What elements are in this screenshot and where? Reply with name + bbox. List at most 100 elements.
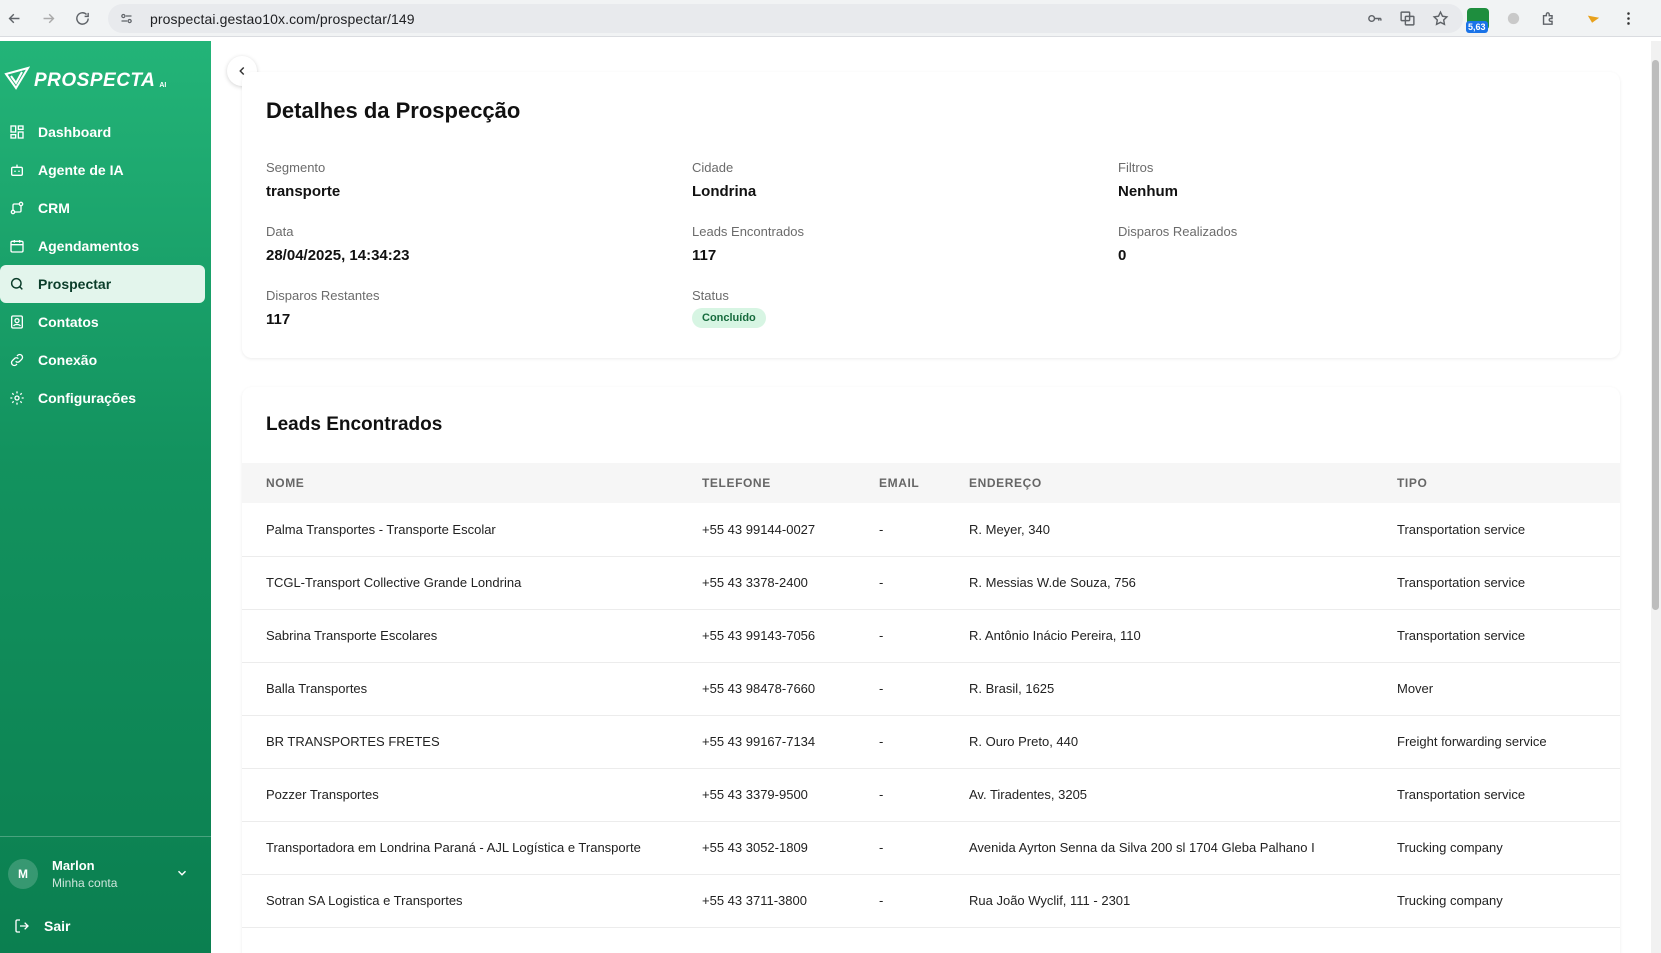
detail-label: Cidade: [692, 160, 734, 175]
cell-telefone: +55 43 3052-1809: [702, 821, 879, 875]
bookmark-star-icon[interactable]: [1430, 8, 1451, 29]
cell-nome: Pozzer Transportes: [242, 768, 702, 822]
cell-tipo: Trucking company: [1397, 821, 1620, 875]
cell-nome: Sabrina Transporte Escolares: [242, 609, 702, 663]
column-header-nome: NOME: [266, 476, 305, 490]
cell-email: -: [879, 715, 969, 769]
password-key-icon[interactable]: [1364, 8, 1385, 29]
cell-tipo: Trucking company: [1397, 874, 1620, 928]
detail-label: Leads Encontrados: [692, 224, 805, 239]
contacts-icon: [8, 313, 26, 331]
table-row[interactable]: Pozzer Transportes +55 43 3379-9500 - Av…: [242, 768, 1620, 822]
table-row[interactable]: Sabrina Transporte Escolares +55 43 9914…: [242, 609, 1620, 663]
logo[interactable]: PROSPECTA AI: [4, 66, 166, 95]
table-row[interactable]: Balla Transportes +55 43 98478-7660 - R.…: [242, 662, 1620, 716]
sidebar-item-label: Agendamentos: [38, 238, 140, 254]
column-header-email: EMAIL: [879, 476, 920, 490]
chevron-down-icon[interactable]: [175, 866, 189, 880]
user-name: Marlon: [52, 858, 95, 873]
sidebar-item-crm[interactable]: CRM: [0, 189, 205, 227]
sidebar-item-label: Agente de IA: [38, 162, 124, 178]
detail-value: 117: [692, 247, 717, 264]
user-subtitle: Minha conta: [52, 876, 118, 890]
avatar: M: [8, 859, 38, 889]
table-row[interactable]: Sotran SA Logistica e Transportes +55 43…: [242, 874, 1620, 928]
reload-icon[interactable]: [68, 4, 96, 32]
cell-endereco: R. Brasil, 1625: [969, 662, 1397, 716]
cell-telefone: +55 43 99167-7134: [702, 715, 879, 769]
sidebar-item-label: Contatos: [38, 314, 99, 330]
table-row[interactable]: Transportadora em Londrina Paraná - AJL …: [242, 821, 1620, 875]
sidebar: PROSPECTA AI Dashboard Agente de IA CRM …: [0, 41, 211, 953]
cell-tipo: Transportation service: [1397, 768, 1620, 822]
detail-label: Data: [266, 224, 294, 239]
url-text[interactable]: prospectai.gestao10x.com/prospectar/149: [150, 11, 415, 27]
cell-endereco: Avenida Ayrton Senna da Silva 200 sl 170…: [969, 821, 1397, 875]
detail-value: 28/04/2025, 14:34:23: [266, 247, 410, 264]
leads-title: Leads Encontrados: [266, 414, 443, 435]
cell-tipo: Transportation service: [1397, 503, 1620, 557]
profile-icon[interactable]: [1583, 8, 1604, 29]
sidebar-item-contatos[interactable]: Contatos: [0, 303, 205, 341]
link-icon: [8, 351, 26, 369]
dashboard-icon: [8, 123, 26, 141]
cell-tipo: Transportation service: [1397, 609, 1620, 663]
cell-email: -: [879, 556, 969, 610]
table-row[interactable]: BR TRANSPORTES FRETES +55 43 99167-7134 …: [242, 715, 1620, 769]
back-icon[interactable]: [0, 4, 28, 32]
site-settings-icon[interactable]: [116, 9, 136, 29]
table-row[interactable]: TCGL-Transport Collective Grande Londrin…: [242, 556, 1620, 610]
logout-icon: [15, 919, 29, 933]
leads-table: NOME TELEFONE EMAIL ENDEREÇO TIPO Palma …: [242, 463, 1620, 928]
sidebar-item-label: Dashboard: [38, 124, 112, 140]
detail-disparos-realizados: Disparos Realizados 0: [1118, 224, 1237, 264]
sidebar-item-configuracoes[interactable]: Configurações: [0, 379, 205, 417]
sidebar-item-label: CRM: [38, 200, 70, 216]
cell-email: -: [879, 503, 969, 557]
sidebar-item-agente-ia[interactable]: Agente de IA: [0, 151, 205, 189]
cell-nome: Transportadora em Londrina Paraná - AJL …: [242, 821, 702, 875]
browser-toolbar: prospectai.gestao10x.com/prospectar/149 …: [0, 0, 1661, 37]
sidebar-item-dashboard[interactable]: Dashboard: [0, 113, 205, 151]
leads-card: Leads Encontrados NOME TELEFONE EMAIL EN…: [242, 387, 1620, 953]
table-row[interactable]: Palma Transportes - Transporte Escolar +…: [242, 503, 1620, 557]
sidebar-item-agendamentos[interactable]: Agendamentos: [0, 227, 205, 265]
sidebar-item-label: Conexão: [38, 352, 98, 368]
extensions-puzzle-icon[interactable]: [1538, 8, 1559, 29]
search-icon: [8, 275, 26, 293]
cell-email: -: [879, 662, 969, 716]
extension-circle-icon[interactable]: [1503, 8, 1524, 29]
page-scrollbar-thumb[interactable]: [1652, 60, 1659, 610]
detail-label: Disparos Restantes: [266, 288, 380, 303]
cell-nome: BR TRANSPORTES FRETES: [242, 715, 702, 769]
detail-value: 117: [266, 311, 291, 328]
main-content: Detalhes da Prospecção Segmento transpor…: [211, 41, 1651, 953]
detail-leads-encontrados: Leads Encontrados 117: [692, 224, 804, 264]
cell-nome: Balla Transportes: [242, 662, 702, 716]
status-badge: Concluído: [692, 308, 766, 328]
detail-label: Filtros: [1118, 160, 1154, 175]
detail-value: Londrina: [692, 183, 757, 200]
sidebar-item-prospectar[interactable]: Prospectar: [0, 265, 205, 303]
address-bar[interactable]: prospectai.gestao10x.com/prospectar/149: [108, 4, 1463, 33]
cell-nome: Palma Transportes - Transporte Escolar: [242, 503, 702, 557]
forward-icon[interactable]: [34, 4, 62, 32]
cell-telefone: +55 43 98478-7660: [702, 662, 879, 716]
logo-suffix: AI: [159, 82, 167, 89]
cell-tipo: Freight forwarding service: [1397, 715, 1620, 769]
logout-button[interactable]: Sair: [14, 918, 70, 934]
extension-badge-count: 5,63: [1466, 20, 1488, 33]
cell-nome: Sotran SA Logistica e Transportes: [242, 874, 702, 928]
detail-value: Nenhum: [1118, 183, 1178, 200]
cell-tipo: Transportation service: [1397, 556, 1620, 610]
translate-icon[interactable]: [1397, 8, 1418, 29]
sidebar-item-label: Prospectar: [38, 276, 112, 292]
cell-email: -: [879, 874, 969, 928]
extension-badge-icon[interactable]: 5,63: [1466, 7, 1489, 33]
menu-kebab-icon[interactable]: [1618, 8, 1639, 29]
sidebar-divider: [0, 836, 211, 837]
sidebar-item-conexao[interactable]: Conexão: [0, 341, 205, 379]
cell-telefone: +55 43 99144-0027: [702, 503, 879, 557]
user-menu[interactable]: M Marlon Minha conta: [8, 854, 203, 894]
detail-value: transporte: [266, 183, 341, 200]
